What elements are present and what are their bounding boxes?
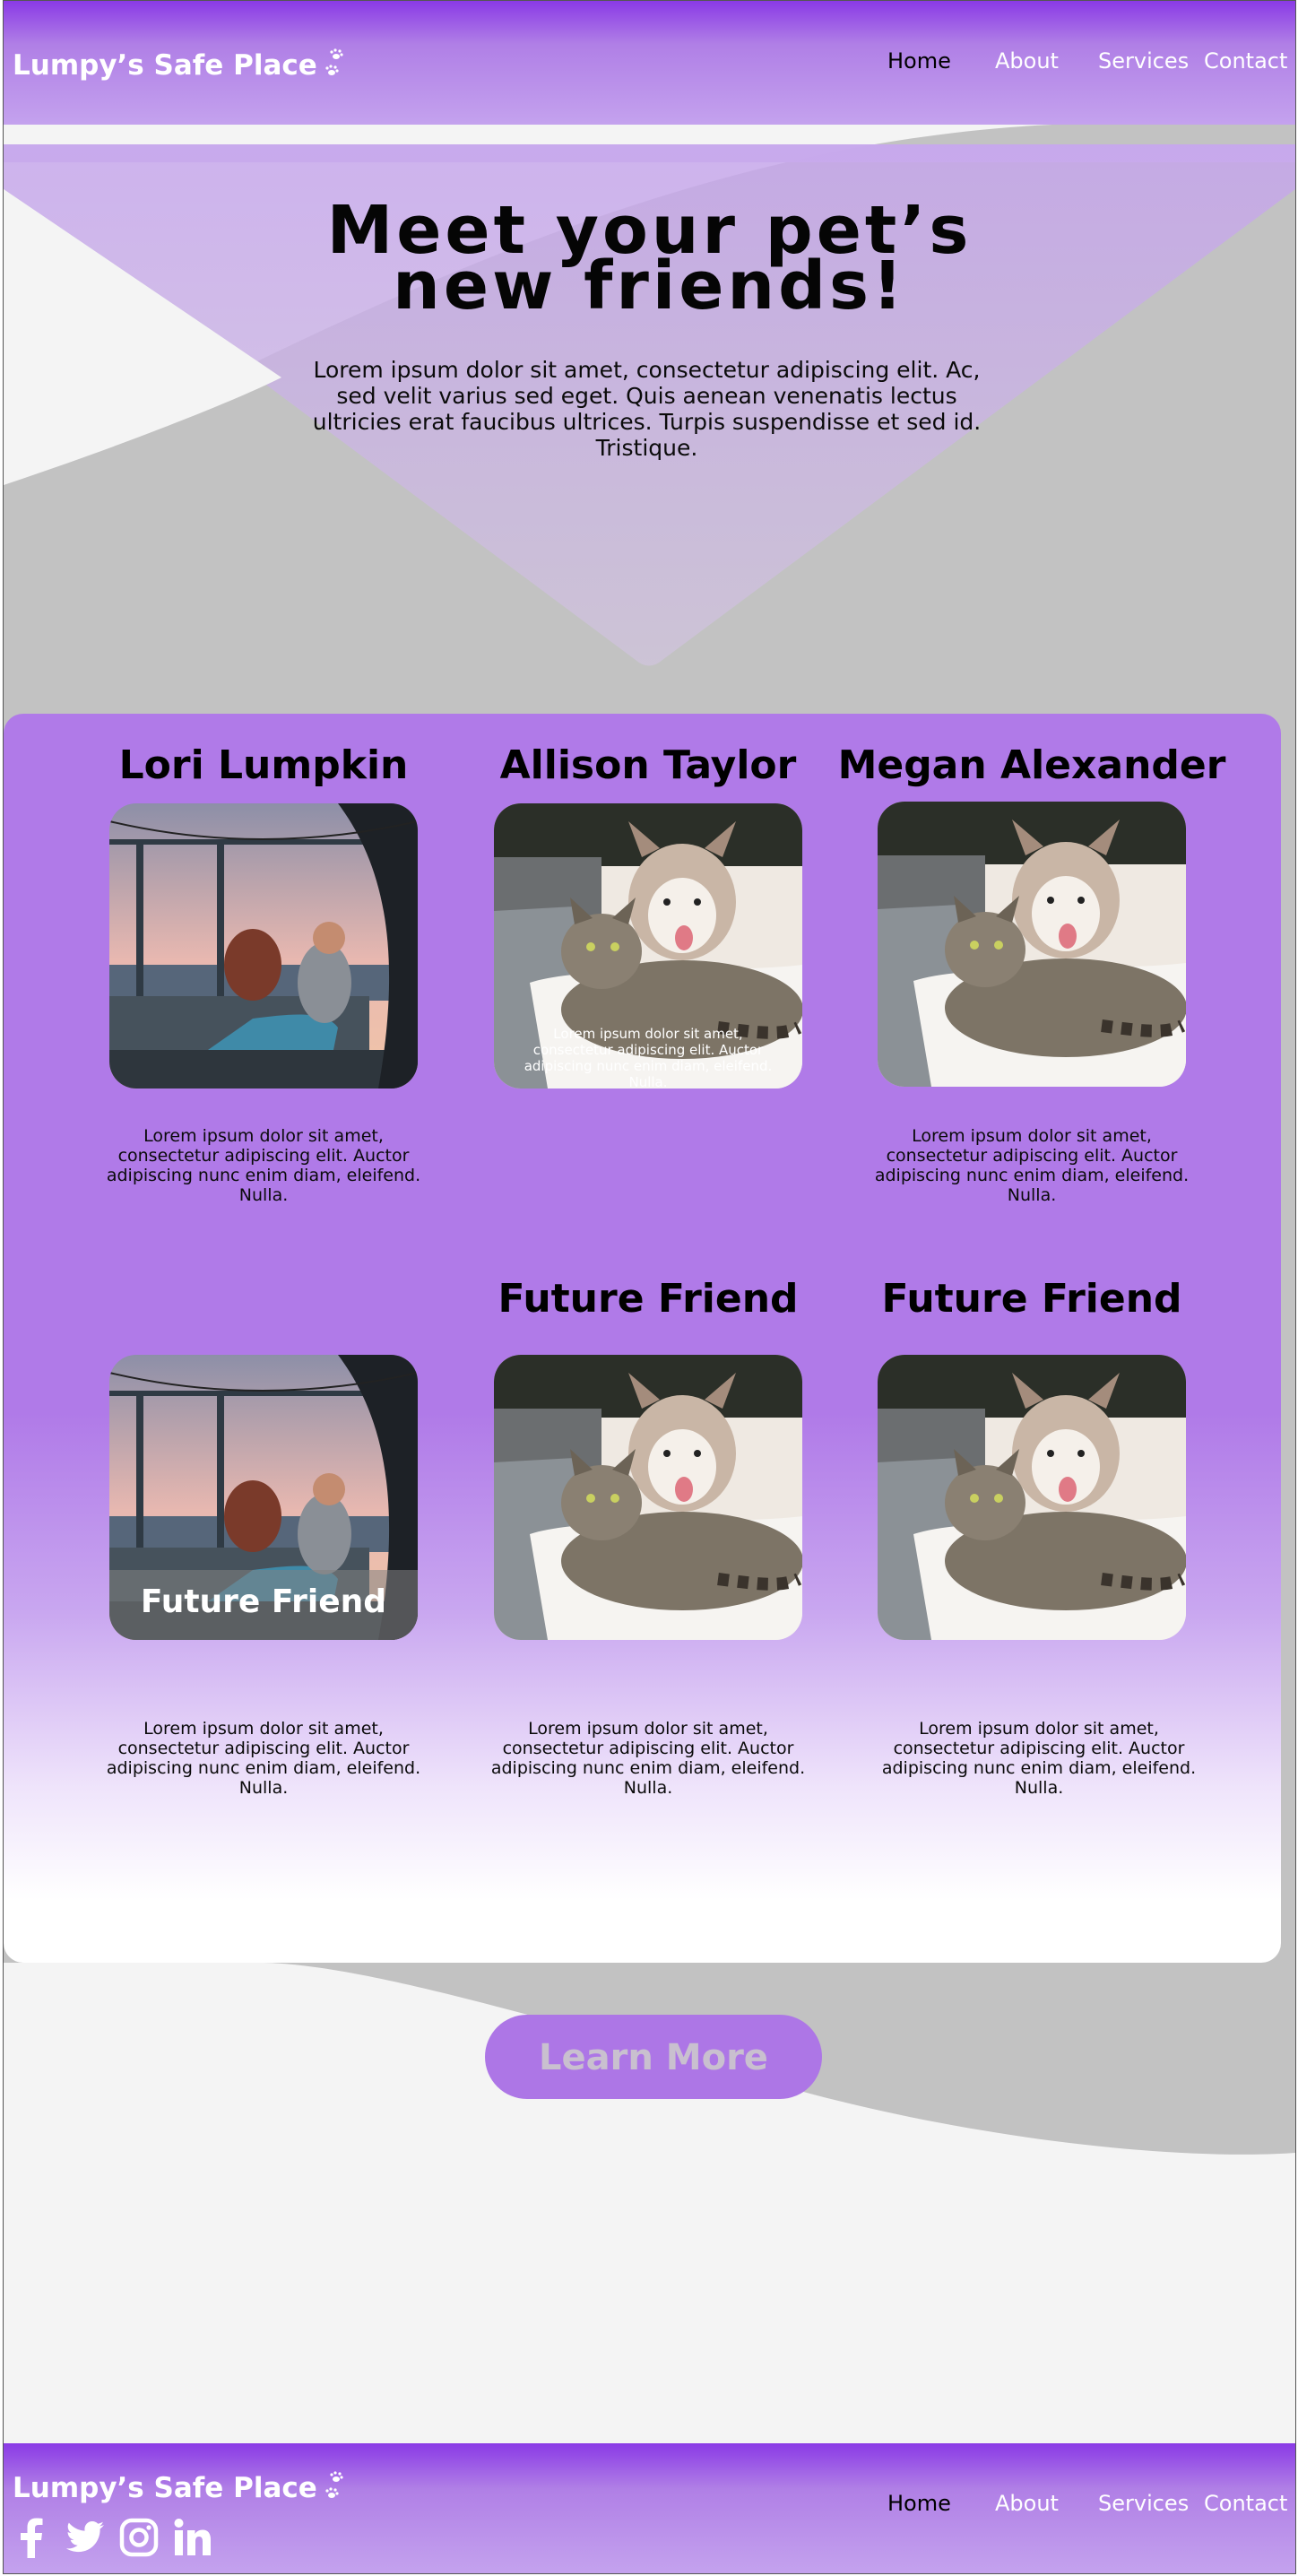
dog-and-cat-photo bbox=[494, 1355, 802, 1640]
page: Lumpy’s Safe Place Home About Services C… bbox=[3, 0, 1296, 2574]
hero-title: Meet your pet’s new friends! bbox=[326, 192, 973, 325]
footer-nav-services[interactable]: Services bbox=[1098, 2491, 1189, 2516]
site-footer: Lumpy’s Safe Place Home About Services C… bbox=[4, 2443, 1295, 2573]
footer-brand-name: Lumpy’s Safe Place bbox=[13, 2472, 317, 2504]
nav-services[interactable]: Services bbox=[1098, 48, 1189, 74]
friend-description: Lorem ipsum dolor sit amet, consectetur … bbox=[881, 1719, 1197, 1798]
dog-and-cat-photo bbox=[878, 802, 1186, 1087]
twitter-icon[interactable] bbox=[65, 2517, 106, 2558]
facebook-icon[interactable] bbox=[11, 2517, 52, 2558]
site-header: Lumpy’s Safe Place Home About Services C… bbox=[4, 1, 1295, 125]
social-links bbox=[11, 2517, 213, 2558]
instagram-icon[interactable] bbox=[118, 2517, 160, 2558]
linkedin-icon[interactable] bbox=[172, 2517, 213, 2558]
woman-with-dog-photo bbox=[109, 803, 418, 1089]
friends-panel: Lori Lumpkin Lorem ipsum dolor sit amet,… bbox=[4, 714, 1281, 1963]
paw-prints-icon bbox=[321, 48, 346, 83]
friend-name: Lori Lumpkin bbox=[118, 742, 409, 788]
nav-home[interactable]: Home bbox=[887, 48, 951, 74]
friend-name: Megan Alexander bbox=[837, 742, 1226, 788]
friend-description: Lorem ipsum dolor sit amet, consectetur … bbox=[106, 1126, 421, 1205]
friend-description: Lorem ipsum dolor sit amet, consectetur … bbox=[490, 1719, 806, 1798]
friend-description: Lorem ipsum dolor sit amet, consectetur … bbox=[874, 1126, 1190, 1205]
photo-overlay-title: Future Friend bbox=[140, 1583, 387, 1620]
brand-logo[interactable]: Lumpy’s Safe Place bbox=[13, 48, 346, 83]
friend-name: Allison Taylor bbox=[499, 742, 797, 788]
nav-about[interactable]: About bbox=[995, 48, 1059, 74]
paw-prints-icon bbox=[321, 2470, 346, 2506]
friend-name: Future Friend bbox=[498, 1276, 799, 1322]
nav-contact[interactable]: Contact bbox=[1204, 48, 1287, 74]
woman-with-dog-photo: Future Friend bbox=[109, 1355, 418, 1640]
dog-and-cat-photo: Lorem ipsum dolor sit amet, consectetur … bbox=[494, 803, 802, 1089]
footer-nav-home[interactable]: Home bbox=[887, 2491, 951, 2516]
hero-description: Lorem ipsum dolor sit amet, consectetur … bbox=[312, 357, 982, 461]
friend-name: Future Friend bbox=[881, 1276, 1182, 1322]
footer-brand-logo[interactable]: Lumpy’s Safe Place bbox=[13, 2470, 346, 2506]
dog-and-cat-photo bbox=[878, 1355, 1186, 1640]
footer-nav-contact[interactable]: Contact bbox=[1204, 2491, 1287, 2516]
brand-name: Lumpy’s Safe Place bbox=[13, 49, 317, 82]
learn-more-button[interactable]: Learn More bbox=[485, 2015, 822, 2099]
photo-overlay-text: Lorem ipsum dolor sit amet, consectetur … bbox=[524, 1026, 773, 1089]
friend-description: Lorem ipsum dolor sit amet, consectetur … bbox=[106, 1719, 421, 1798]
footer-nav-about[interactable]: About bbox=[995, 2491, 1059, 2516]
